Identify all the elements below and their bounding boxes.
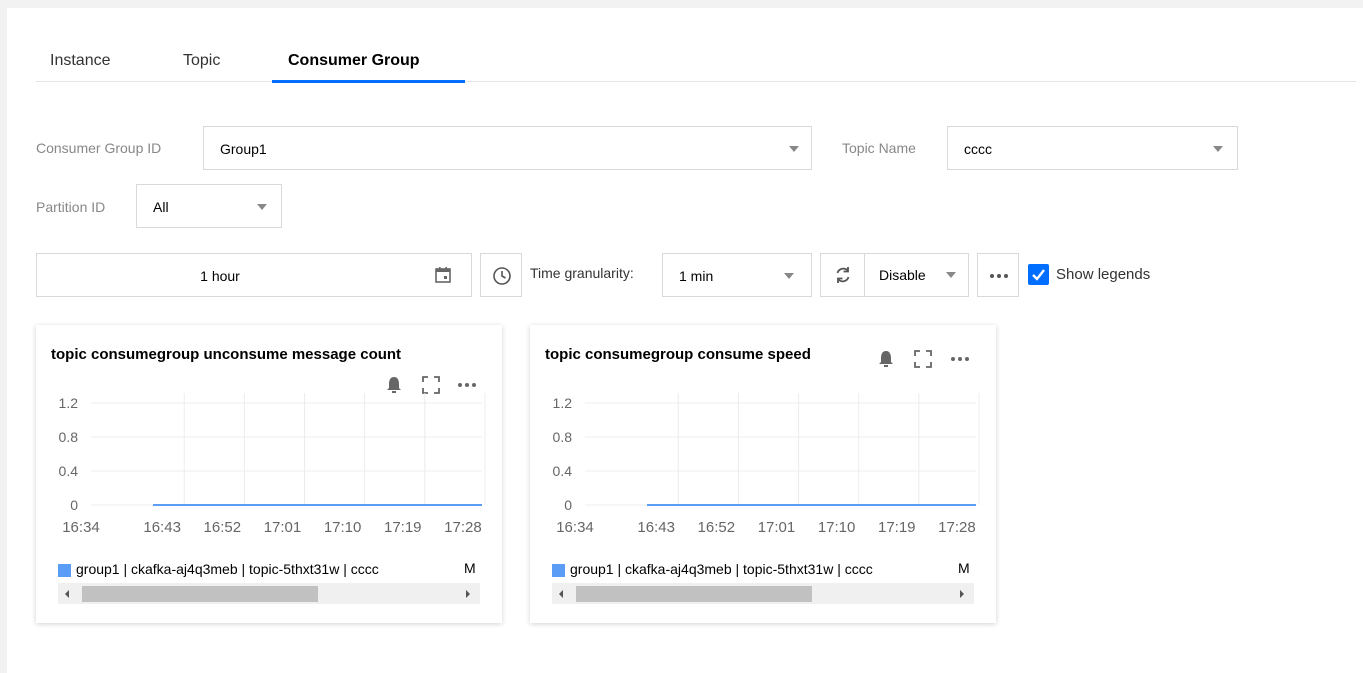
y-tick-label: 1.2	[59, 395, 79, 411]
scroll-right-arrow-icon[interactable]	[466, 590, 470, 598]
x-tick-label: 17:10	[818, 519, 856, 536]
more-horizontal-icon	[990, 274, 1008, 278]
y-tick-label: 0.4	[553, 463, 573, 479]
scrollbar-thumb[interactable]	[576, 586, 812, 602]
consumer-group-id-value: Group1	[220, 141, 267, 157]
time-granularity-label: Time granularity:	[530, 265, 634, 281]
consumer-group-id-label: Consumer Group ID	[36, 140, 162, 156]
y-tick-label: 0.8	[553, 429, 573, 445]
tab-bar: Instance Topic Consumer Group	[36, 40, 1356, 82]
legend-swatch	[58, 564, 71, 577]
topic-name-value: cccc	[964, 141, 992, 157]
partition-id-select[interactable]: All	[136, 184, 282, 228]
partition-id-value: All	[153, 199, 169, 215]
tab-instance[interactable]: Instance	[50, 52, 110, 70]
clock-icon	[493, 267, 511, 285]
x-tick-label: 16:34	[62, 519, 100, 536]
chevron-down-icon	[784, 273, 794, 279]
refresh-button[interactable]	[821, 254, 864, 296]
calendar-icon	[435, 267, 451, 283]
time-granularity-select[interactable]: 1 min	[662, 253, 812, 297]
x-tick-label: 16:43	[637, 519, 675, 536]
x-tick-label: 16:52	[698, 519, 736, 536]
legend-label[interactable]: group1 | ckafka-aj4q3meb | topic-5thxt31…	[570, 561, 948, 577]
x-tick-label: 17:28	[444, 519, 482, 536]
time-range-picker[interactable]: 1 hour	[36, 253, 472, 297]
y-tick-label: 0.4	[59, 463, 79, 479]
chevron-down-icon	[789, 146, 799, 152]
chevron-down-icon	[1213, 146, 1223, 152]
y-tick-label: 0	[564, 497, 572, 513]
legend-label-overflow: M	[464, 560, 476, 576]
chart-card-consume-speed: topic consumegroup consume speed 1.2 0.8 0…	[530, 325, 996, 623]
time-range-value: 1 hour	[200, 268, 240, 284]
chart-plot-area: 1.2 0.8 0.4 0 16:34 16:43 16:52 17:01 17:10 17:19…	[59, 393, 486, 536]
legend-label[interactable]: group1 | ckafka-aj4q3meb | topic-5thxt31…	[76, 561, 454, 577]
time-granularity-value: 1 min	[679, 268, 714, 284]
x-tick-label: 17:01	[264, 519, 302, 536]
legend-swatch	[552, 564, 565, 577]
x-tick-label: 17:19	[878, 519, 916, 536]
more-options-button[interactable]	[977, 253, 1019, 297]
chart-card-unconsume-count: topic consumegroup unconsume message cou…	[36, 325, 502, 623]
consumer-group-id-select[interactable]: Group1	[203, 126, 812, 170]
tab-topic[interactable]: Topic	[183, 52, 220, 70]
scrollbar-thumb[interactable]	[82, 586, 318, 602]
refresh-icon	[836, 267, 850, 283]
y-tick-label: 1.2	[553, 395, 573, 411]
clock-button[interactable]	[480, 253, 522, 297]
show-legends-checkbox[interactable]	[1028, 264, 1049, 285]
y-tick-label: 0	[70, 497, 78, 513]
legend-scrollbar[interactable]	[552, 583, 974, 604]
refresh-interval-value: Disable	[879, 267, 926, 283]
window-left-border	[0, 8, 7, 673]
active-tab-indicator	[272, 80, 465, 83]
scroll-left-arrow-icon[interactable]	[65, 590, 69, 598]
show-legends-label: Show legends	[1056, 266, 1151, 283]
x-tick-label: 16:34	[556, 519, 594, 536]
y-tick-label: 0.8	[59, 429, 79, 445]
legend-label-overflow: M	[958, 560, 970, 576]
auto-refresh-control: Disable	[820, 253, 969, 297]
chevron-down-icon	[946, 272, 956, 278]
partition-id-label: Partition ID	[36, 199, 106, 215]
x-tick-label: 17:10	[324, 519, 362, 536]
chevron-down-icon	[257, 204, 267, 210]
tab-consumer-group[interactable]: Consumer Group	[288, 52, 420, 70]
x-tick-label: 17:19	[384, 519, 422, 536]
window-top-border	[0, 0, 1363, 8]
checkmark-icon	[1032, 269, 1045, 281]
x-tick-label: 17:01	[758, 519, 796, 536]
x-tick-label: 16:52	[204, 519, 242, 536]
refresh-interval-select[interactable]: Disable	[865, 254, 969, 296]
legend-scrollbar[interactable]	[58, 583, 480, 604]
x-tick-label: 17:28	[938, 519, 976, 536]
topic-name-label: Topic Name	[842, 140, 916, 156]
x-tick-label: 16:43	[143, 519, 181, 536]
topic-name-select[interactable]: cccc	[947, 126, 1238, 170]
scroll-right-arrow-icon[interactable]	[960, 590, 964, 598]
chart-plot-area: 1.2 0.8 0.4 0 16:34 16:43 16:52 17:01 17:10 17:19…	[553, 393, 980, 536]
scroll-left-arrow-icon[interactable]	[559, 590, 563, 598]
